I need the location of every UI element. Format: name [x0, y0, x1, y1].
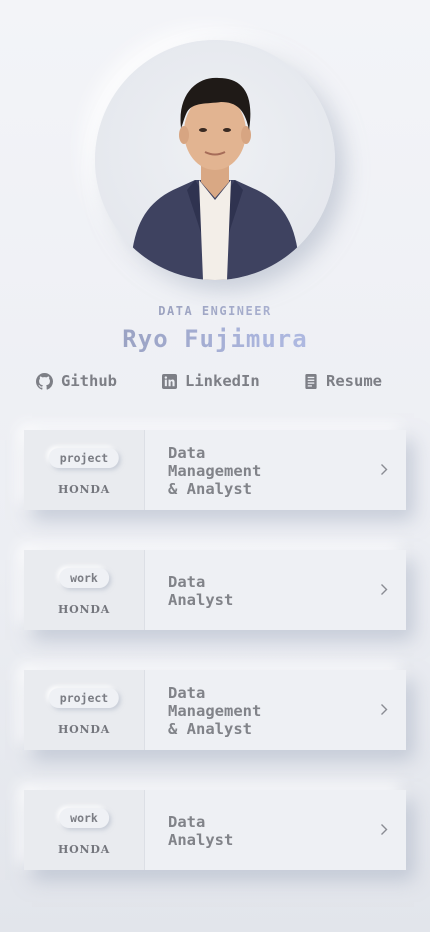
category-tag: work — [59, 808, 109, 828]
card-title: Data Management & Analyst — [168, 444, 262, 498]
card-company-panel: project HONDA — [24, 430, 145, 510]
job-role: DATA ENGINEER — [0, 304, 430, 318]
resume-label: Resume — [326, 372, 382, 390]
card-title: Data Management & Analyst — [168, 684, 262, 738]
card-title: Data Analyst — [168, 813, 234, 849]
category-tag: project — [48, 688, 120, 708]
category-tag: project — [48, 448, 120, 468]
company-logo: HONDA — [57, 723, 111, 736]
company-logo: HONDA — [57, 483, 111, 496]
profile-avatar — [95, 40, 335, 280]
card-title: Data Analyst — [168, 573, 234, 609]
card-company-panel: work HONDA — [24, 790, 145, 870]
github-link[interactable]: Github — [36, 372, 117, 390]
experience-card[interactable]: work HONDA Data Analyst — [24, 790, 406, 870]
linkedin-link[interactable]: LinkedIn — [162, 372, 260, 390]
category-tag: work — [59, 568, 109, 588]
github-icon — [36, 372, 53, 390]
card-company-panel: project HONDA — [24, 670, 145, 750]
experience-card[interactable]: project HONDA Data Management & Analyst — [24, 670, 406, 750]
chevron-right-icon — [381, 824, 388, 835]
document-icon — [305, 373, 317, 389]
chevron-right-icon — [381, 584, 388, 595]
chevron-right-icon — [381, 704, 388, 715]
card-company-panel: work HONDA — [24, 550, 145, 630]
linkedin-label: LinkedIn — [185, 372, 260, 390]
profile-name: Ryo Fujimura — [0, 325, 430, 353]
github-label: Github — [61, 372, 117, 390]
resume-link[interactable]: Resume — [304, 372, 382, 390]
linkedin-icon — [162, 373, 177, 389]
profile-photo — [95, 40, 335, 280]
experience-card[interactable]: project HONDA Data Management & Analyst — [24, 430, 406, 510]
experience-card[interactable]: work HONDA Data Analyst — [24, 550, 406, 630]
company-logo: HONDA — [57, 603, 111, 616]
social-links: Github LinkedIn Resume — [0, 372, 430, 392]
company-logo: HONDA — [57, 843, 111, 856]
chevron-right-icon — [381, 464, 388, 475]
